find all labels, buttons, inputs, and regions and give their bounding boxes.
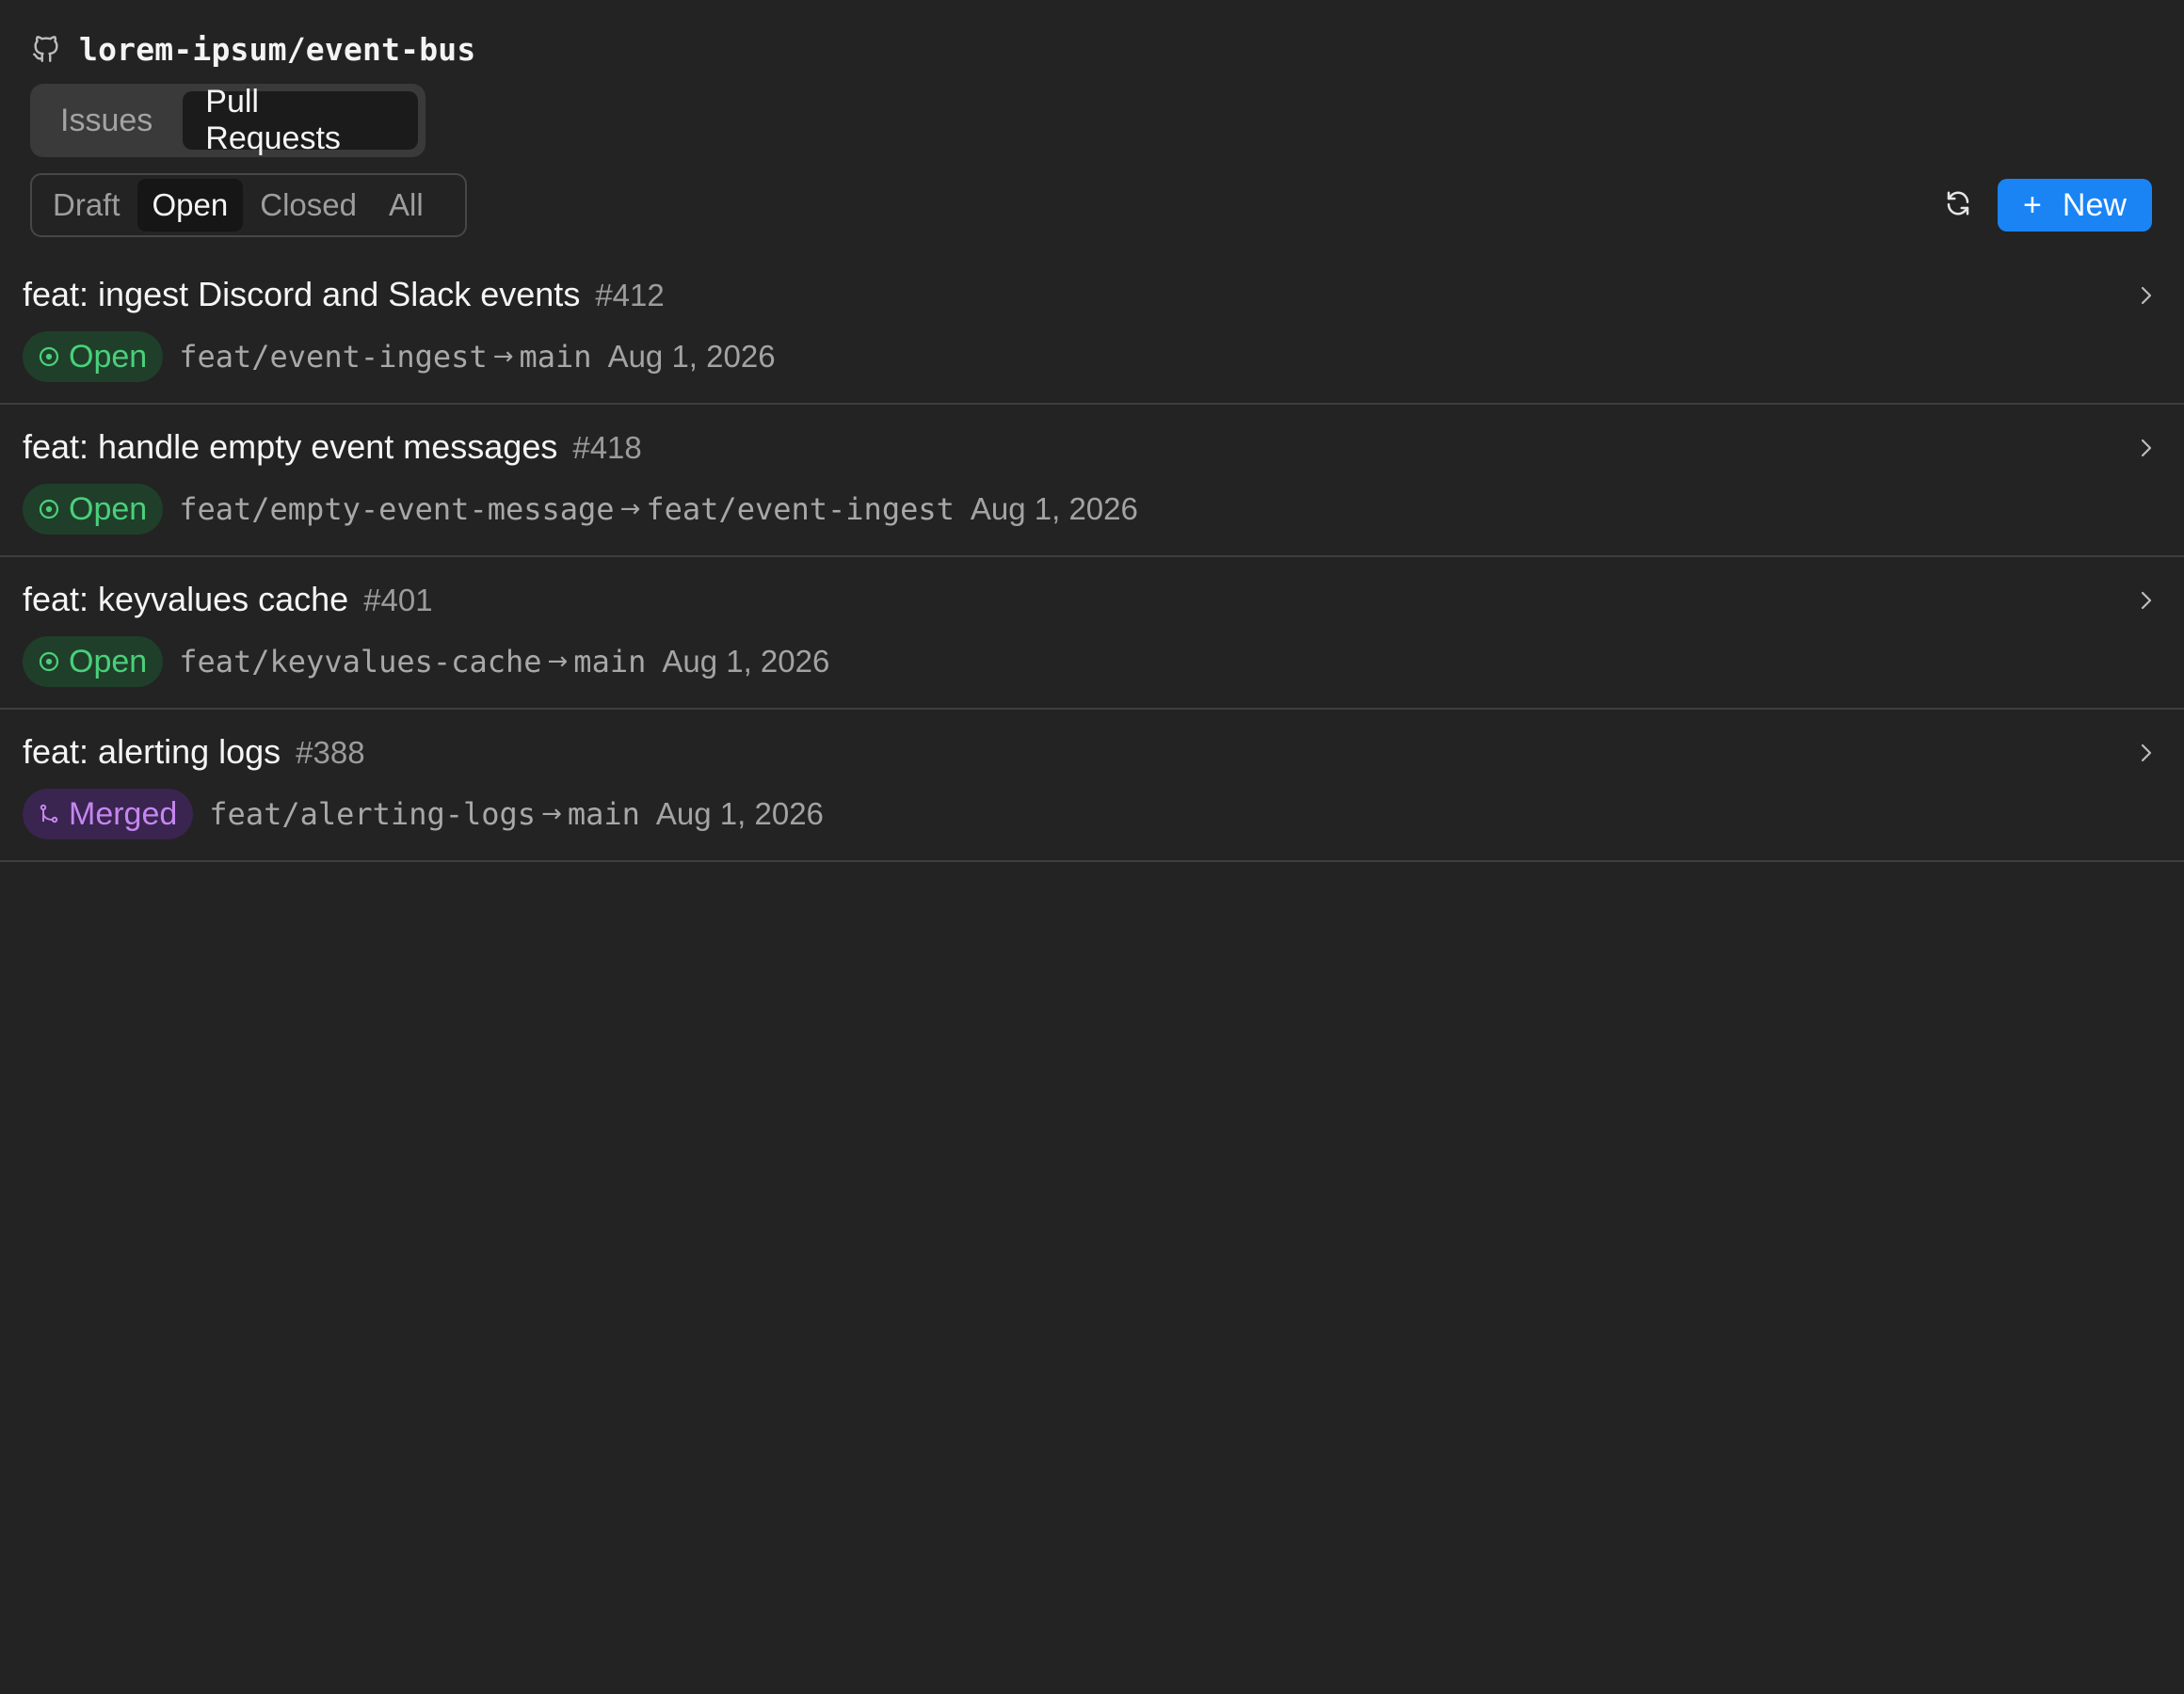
pull-request-row[interactable]: feat: keyvalues cache #401 Open feat/key… [0, 557, 2184, 710]
pull-request-list: feat: ingest Discord and Slack events #4… [0, 252, 2184, 862]
new-button-label: New [2062, 186, 2127, 223]
pr-number: #401 [363, 583, 433, 617]
pr-number: #388 [296, 735, 365, 770]
chevron-right-icon [2135, 284, 2158, 307]
status-label: Open [69, 643, 148, 679]
refresh-button[interactable] [1937, 184, 1979, 226]
status-badge: Open [23, 484, 164, 535]
chevron-right-icon [2135, 742, 2158, 764]
pr-title: feat: ingest Discord and Slack events [23, 275, 581, 313]
target-branch: feat/event-ingest [646, 491, 955, 527]
source-branch: feat/keyvalues-cache [179, 644, 542, 679]
chevron-right-icon [2135, 437, 2158, 459]
pull-request-row[interactable]: feat: ingest Discord and Slack events #4… [0, 252, 2184, 405]
pr-title: feat: handle empty event messages [23, 427, 558, 466]
pr-date: Aug 1, 2026 [662, 644, 830, 679]
tab-issues[interactable]: Issues [38, 91, 175, 150]
pull-request-row[interactable]: feat: alerting logs #388 Merged feat/ale… [0, 710, 2184, 862]
source-branch: feat/empty-event-message [179, 491, 615, 527]
pr-title: feat: keyvalues cache [23, 580, 349, 618]
state-filter: Draft Open Closed All [30, 173, 467, 237]
repo-header: lorem-ipsum/event-bus [28, 26, 475, 72]
github-icon [28, 31, 64, 67]
branch-info: feat/keyvalues-cache → main [179, 644, 646, 679]
filter-all[interactable]: All [374, 179, 439, 232]
pr-date: Aug 1, 2026 [607, 339, 776, 374]
target-branch: main [573, 644, 647, 679]
status-badge: Open [23, 636, 164, 687]
open-circle-icon [37, 344, 61, 369]
source-branch: feat/event-ingest [179, 339, 488, 375]
status-label: Open [69, 490, 148, 527]
open-circle-icon [37, 497, 61, 521]
source-branch: feat/alerting-logs [209, 796, 537, 832]
open-circle-icon [37, 649, 61, 674]
pr-number: #412 [595, 278, 665, 312]
repo-name[interactable]: lorem-ipsum/event-bus [79, 31, 475, 68]
target-branch: main [519, 339, 592, 375]
pull-request-row[interactable]: feat: handle empty event messages #418 O… [0, 405, 2184, 557]
pr-date: Aug 1, 2026 [655, 796, 824, 831]
branch-info: feat/event-ingest → main [179, 339, 591, 375]
branch-info: feat/empty-event-message → feat/event-in… [179, 491, 955, 527]
type-tab-switcher: Issues Pull Requests [30, 84, 426, 157]
branch-info: feat/alerting-logs → main [209, 796, 640, 832]
pr-number: #418 [572, 430, 642, 465]
status-label: Merged [69, 795, 178, 832]
tab-pull-requests[interactable]: Pull Requests [183, 84, 418, 156]
status-label: Open [69, 338, 148, 375]
status-badge: Open [23, 331, 164, 382]
filter-open[interactable]: Open [136, 179, 244, 232]
merge-icon [37, 802, 61, 826]
pr-date: Aug 1, 2026 [970, 491, 1138, 526]
refresh-icon [1944, 189, 1972, 222]
arrow-right-icon: → [619, 495, 641, 523]
target-branch: main [567, 796, 640, 832]
new-pull-request-button[interactable]: + New [1998, 179, 2152, 232]
arrow-right-icon: → [541, 800, 562, 828]
status-badge: Merged [23, 789, 194, 839]
chevron-right-icon [2135, 589, 2158, 612]
pr-title: feat: alerting logs [23, 732, 281, 771]
filter-closed[interactable]: Closed [245, 179, 372, 232]
arrow-right-icon: → [492, 343, 514, 371]
arrow-right-icon: → [547, 647, 569, 676]
plus-icon: + [2023, 187, 2042, 223]
filter-draft[interactable]: Draft [38, 179, 136, 232]
